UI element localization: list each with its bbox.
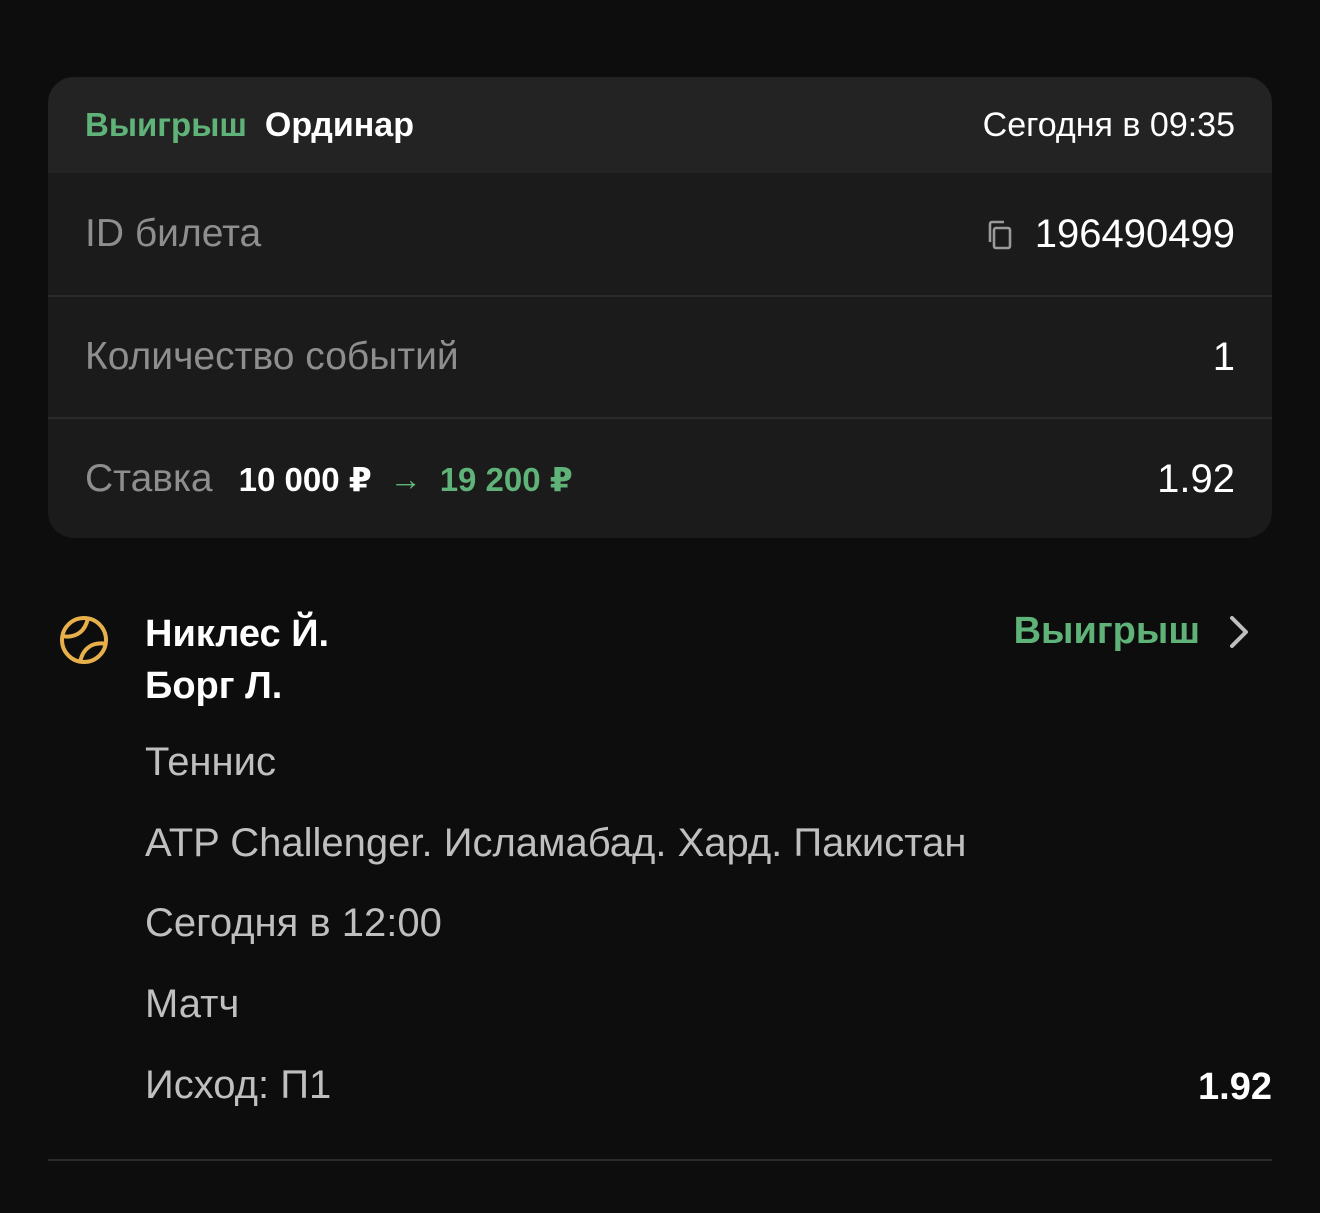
- ticket-header: Выигрыш Ординар Сегодня в 09:35: [48, 77, 1272, 173]
- event-start-time: Сегодня в 12:00: [145, 901, 442, 945]
- tennis-ball-icon: [56, 612, 112, 668]
- event-block: Никлес Й. Борг Л. Выигрыш Теннис ATP Cha…: [48, 600, 1272, 1160]
- events-count-row: Количество событий 1: [48, 295, 1272, 417]
- ticket-id-row: ID билета 196490499: [48, 173, 1272, 295]
- bet-details-page: Выигрыш Ординар Сегодня в 09:35 ID билет…: [0, 0, 1320, 1213]
- chevron-right-icon: [1226, 612, 1252, 652]
- event-odds: 1.92: [1198, 1066, 1272, 1108]
- player-1: Никлес Й.: [145, 613, 330, 655]
- stake-win-amount: 19 200 ₽: [439, 460, 573, 498]
- event-result-link[interactable]: Выигрыш: [1014, 610, 1252, 653]
- ticket-id-label: ID билета: [85, 212, 262, 255]
- bet-type: Ординар: [264, 105, 414, 144]
- event-result: Выигрыш: [1013, 610, 1200, 652]
- stake-row: Ставка 10 000 ₽ → 19 200 ₽ 1.92: [48, 417, 1272, 538]
- event-market: Матч: [145, 982, 240, 1026]
- event-tournament: ATP Challenger. Исламабад. Хард. Пакиста…: [145, 821, 967, 865]
- ticket-date: Сегодня в 09:35: [982, 105, 1235, 144]
- ticket-id-value: 196490499: [1034, 211, 1235, 256]
- events-count-label: Количество событий: [85, 335, 459, 378]
- ticket-card: Выигрыш Ординар Сегодня в 09:35 ID билет…: [48, 77, 1272, 538]
- event-sport: Теннис: [145, 740, 276, 784]
- copy-icon[interactable]: [983, 217, 1017, 251]
- events-count-value: 1: [1212, 334, 1235, 379]
- ticket-id-value-group: 196490499: [983, 212, 1235, 257]
- ticket-status: Выигрыш: [85, 106, 247, 143]
- player-2: Борг Л.: [145, 665, 283, 707]
- stake-label: Ставка: [85, 457, 213, 500]
- total-odds: 1.92: [1157, 456, 1235, 501]
- divider: [48, 1159, 1272, 1161]
- stake-amount: 10 000 ₽: [238, 460, 372, 498]
- arrow-right-icon: →: [389, 460, 422, 497]
- event-outcome: Исход: П1: [145, 1063, 332, 1107]
- event-players: Никлес Й. Борг Л.: [145, 608, 329, 712]
